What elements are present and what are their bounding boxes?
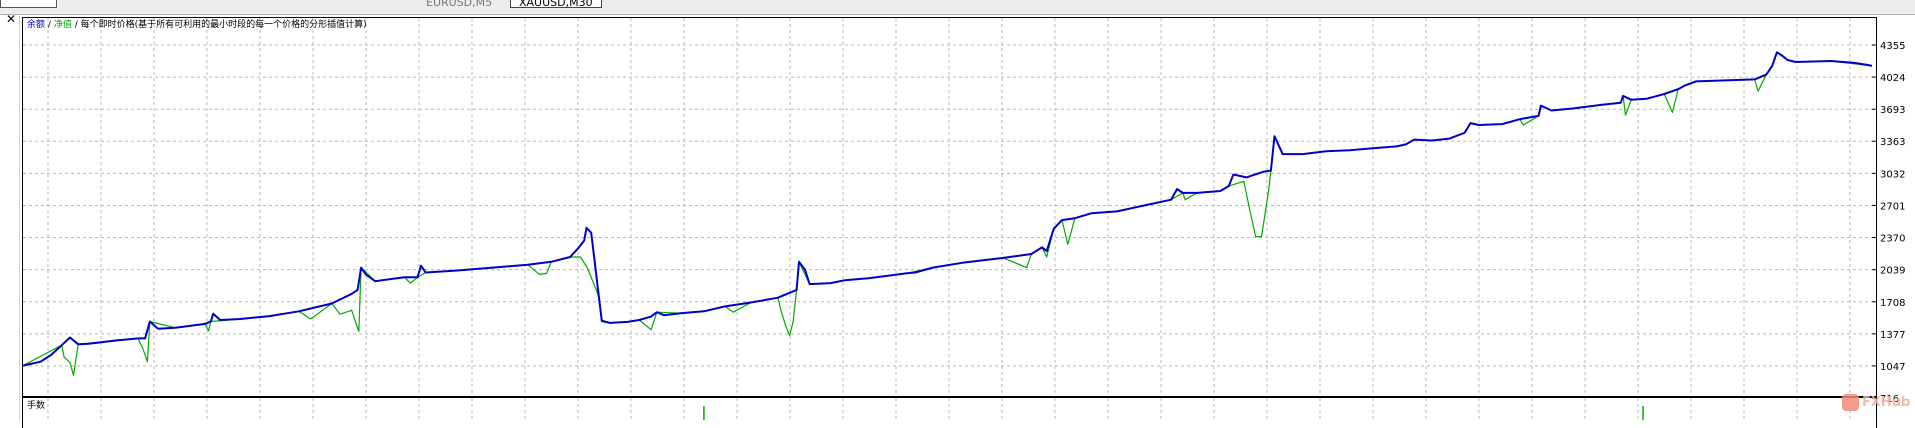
y-tick-label: 2039: [1880, 266, 1905, 277]
chart-legend: 余额 / 净值 / 每个即时价格(基于所有可利用的最小时段的每一个价格的分形插值…: [27, 20, 367, 31]
legend-balance-label: 余额: [27, 20, 46, 30]
y-tick-label: 4355: [1880, 41, 1905, 52]
series-line-equity: [22, 51, 1873, 376]
legend-separator: /: [74, 20, 78, 30]
legend-separator: /: [47, 20, 51, 30]
y-tick-label: 2701: [1880, 201, 1905, 212]
y-tick-label: 1377: [1880, 330, 1905, 341]
watermark-text: FXHub: [1862, 395, 1911, 410]
y-tick-label: 1708: [1880, 298, 1905, 309]
y-tick-label: 3032: [1880, 169, 1905, 180]
balance-equity-chart: 4355 4024 3693 3363 3032 2701 2370 2039 1708 1377…: [22, 18, 1905, 420]
y-tick-label: 2370: [1880, 234, 1905, 245]
y-tick-label: 1047: [1880, 362, 1905, 373]
y-tick-label: 4024: [1880, 73, 1905, 84]
series-line-balance: [22, 51, 1873, 367]
legend-equity-label: 净值: [53, 20, 72, 30]
y-tick-label: 3693: [1880, 105, 1905, 116]
fxhub-logo-icon: [1842, 394, 1859, 411]
legend-description: 每个即时价格(基于所有可利用的最小时段的每一个价格的分形插值计算): [80, 20, 367, 30]
y-tick-label: 3363: [1880, 137, 1905, 148]
lots-subwindow-title: 手数: [27, 401, 46, 411]
fxhub-watermark: FXHub: [1842, 394, 1910, 411]
